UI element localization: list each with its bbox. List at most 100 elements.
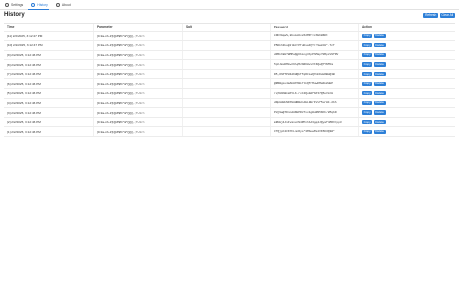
copy-button[interactable]: Copy [362,81,373,86]
delete-button[interactable]: Delete [373,100,386,106]
column-header-action: Action [362,25,372,30]
cell-action: Copy Delete [359,99,455,108]
cell-parameter: [0-9a-zA-Z]!@#$%^&*()[]{},.;?~\\<> [94,50,183,60]
cell-time: [10] 2/2/2025, 3:12:47 PM [4,41,94,50]
cell-parameter: [0-9a-zA-Z]!@#$%^&*()[]{},.;?~\\<> [94,69,183,79]
delete-button[interactable]: Delete [373,72,386,77]
delete-button[interactable]: Delete [373,33,386,38]
tab-label: Settings [11,2,24,7]
cell-action: Copy Delete [359,89,455,98]
cell-time: [2] 2/2/2025, 3:12:46 PM [4,117,94,127]
delete-button[interactable]: Delete [373,91,386,96]
cell-salt [183,89,271,98]
copy-button[interactable]: Copy [362,120,373,125]
cell-parameter: [0-9a-zA-Z]!@#$%^&*()[]{},.;?~\\<> [94,79,183,89]
cell-password: 5pCJmuDMkwz6lqMv%NKHvsVt6QaQYYNfDm [271,60,359,69]
table-row: [1] 2/2/2025, 3:12:46 PM [0-9a-zA-Z]!@#$%… [4,127,455,138]
table-row: [11] 2/2/2025, 3:12:47 PM [0-9a-zA-Z]!@#$… [4,31,455,42]
info-icon [55,2,60,7]
table-body: [11] 2/2/2025, 3:12:47 PM [0-9a-zA-Z]!@#$… [4,31,455,138]
table-row: [4] 2/2/2025, 3:12:46 PM [0-9a-zA-Z]!@#$%… [4,98,455,109]
page-title: History [4,12,25,18]
cell-password: mRbEj4JiFvmnvcN4PPnhbJ3gq4JQyafnMRXrpp3 [271,117,359,127]
cell-time: [3] 2/2/2025, 3:12:46 PM [4,108,94,117]
cell-action: Copy Delete [359,79,455,88]
cell-action: Copy Delete [359,127,455,136]
cell-action: Copy Delete [359,70,455,79]
delete-button[interactable]: Delete [373,43,386,48]
copy-button[interactable]: Copy [362,91,373,96]
cell-salt [183,127,271,137]
clear-all-button[interactable]: Clear All [439,13,455,18]
cell-salt [183,98,271,108]
table-row: [2] 2/2/2025, 3:12:46 PM [0-9a-zA-Z]!@#$%… [4,117,455,128]
cell-salt [183,60,271,69]
cell-salt [183,41,271,50]
cell-salt [183,108,271,117]
copy-button[interactable]: Copy [362,52,373,58]
cell-time: [7] 2/2/2025, 3:12:46 PM [4,69,94,79]
cell-password: PHj9w@7Dnnd8KHPRJTvv1gWuRN5NCh/2MqbN [271,108,359,117]
copy-button[interactable]: Copy [362,129,373,134]
delete-button[interactable]: Delete [373,110,386,115]
cell-parameter: [0-9a-zA-Z]!@#$%^&*()[]{},.;?~\\<> [94,89,183,98]
cell-time: [9] 2/2/2025, 3:12:46 PM [4,50,94,60]
table-header: Time Parameter Salt Password Action [4,24,455,32]
copy-button[interactable]: Copy [362,100,373,106]
delete-button[interactable]: Delete [373,129,386,134]
delete-button[interactable]: Delete [373,62,386,67]
tab-about[interactable]: About [51,0,74,9]
cell-parameter: [0-9a-zA-Z]!@#$%^&*()[]{},.;?~\\<> [94,98,183,108]
delete-button[interactable]: Delete [373,120,386,125]
cell-action: Copy Delete [359,60,455,69]
delete-button[interactable]: Delete [373,52,386,58]
column-header-time: Time [4,24,94,31]
copy-button[interactable]: Copy [362,33,373,38]
tab-label: About [61,2,71,7]
cell-salt [183,69,271,79]
gear-icon [5,2,9,7]
cell-salt [183,79,271,89]
cell-time: [6] 2/2/2025, 3:12:46 PM [4,79,94,89]
cell-salt [183,117,271,127]
refresh-button[interactable]: Refresh [423,13,439,18]
tab-settings[interactable]: Settings [0,0,26,9]
cell-parameter: [0-9a-zA-Z]!@#$%^&*()[]{},.;?~\\<> [94,127,183,137]
table-row: [10] 2/2/2025, 3:12:47 PM [0-9a-zA-Z]!@#$… [4,41,455,51]
copy-button[interactable]: Copy [362,110,373,115]
copy-button[interactable]: Copy [362,72,373,77]
cell-action: Copy Delete [359,32,455,41]
cell-password: dN5ktEH?WMPaQgKbLng3tpPhMmp?GMpsV9fNV [271,50,359,60]
cell-action: Copy Delete [359,108,455,117]
cell-password: rqYH9hBkmPtL6.rxC4Qu9dfbPI7Q5uVLCH [271,89,359,98]
copy-button[interactable]: Copy [362,43,373,48]
table-row: [3] 2/2/2025, 3:12:46 PM [0-9a-zA-Z]!@#$%… [4,108,455,118]
cell-parameter: [0-9a-zA-Z]!@#$%^&*()[]{},.;?~\\<> [94,117,183,127]
copy-button[interactable]: Copy [362,62,373,67]
cell-password: dNpG8HkNFPG8HRBdnJEL9HrFVvf5urH4.2bh [271,98,359,108]
cell-password: kNhXGqw%,8buLm6xe52MPr=cXEbW6Dt [271,31,359,41]
column-header-password: Password [271,24,359,31]
cell-password: CTQjpC4CKYFLnnRyo*3MbuwMs2VK5K3Q3W* [271,127,359,137]
tab-history[interactable]: History [26,0,51,10]
cell-salt [183,50,271,60]
cell-parameter: [0-9a-zA-Z]!@#$%^&*()[]{},.;?~\\<> [94,41,183,50]
table-row: [7] 2/2/2025, 3:12:46 PM [0-9a-zA-Z]!@#$%… [4,69,455,80]
cell-password: R5,#hPTPHIdKHQbTfqRCLaQYmhDdeOBmQ3B [271,69,359,79]
cell-action: Copy Delete [359,118,455,127]
cell-parameter: [0-9a-zA-Z]!@#$%^&*()[]{},.;?~\\<> [94,108,183,117]
cell-time: [1] 2/2/2025, 3:12:46 PM [4,127,94,137]
cell-parameter: [0-9a-zA-Z]!@#$%^&*()[]{},.;?~\\<> [94,60,183,69]
delete-button[interactable]: Delete [373,81,386,86]
top-actions: Refresh Clear All [423,13,455,18]
history-icon [31,2,36,7]
cell-password: @RNBgLu4mAbHXYBiYlkQfrMuwKMaNvZmHP [271,79,359,89]
history-table: Time Parameter Salt Password Action [11]… [4,23,455,138]
table-row: [8] 2/2/2025, 3:12:46 PM [0-9a-zA-Z]!@#$%… [4,60,455,70]
cell-salt [183,31,271,41]
cell-parameter: [0-9a-zA-Z]!@#$%^&*()[]{},.;?~\\<> [94,31,183,41]
cell-password: P5Dkh3ko@JlE3!PTuDsaN[Tr^%w8zH*.TcT [271,41,359,50]
cell-time: [4] 2/2/2025, 3:12:46 PM [4,98,94,108]
table-row: [5] 2/2/2025, 3:12:46 PM [0-9a-zA-Z]!@#$%… [4,89,455,99]
column-header-salt: Salt [183,24,271,31]
